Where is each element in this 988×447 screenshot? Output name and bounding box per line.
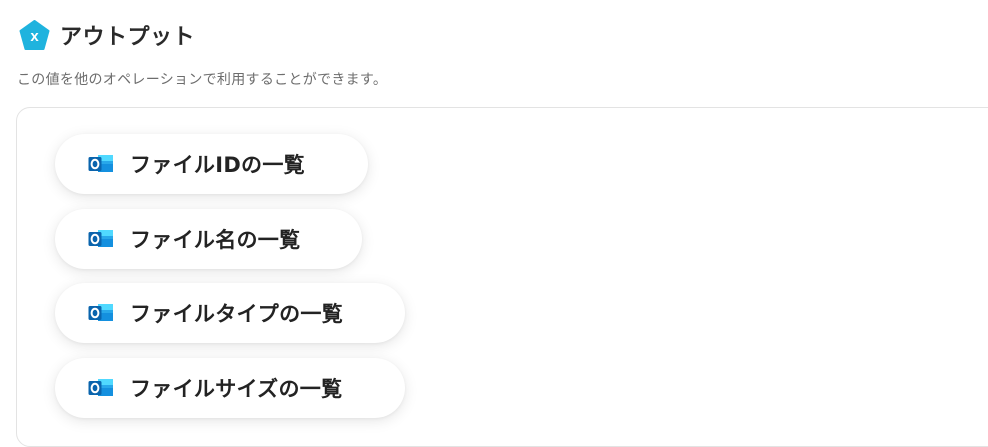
output-chip-label: ファイルタイプの一覧 bbox=[130, 302, 343, 326]
outlook-icon bbox=[88, 155, 113, 172]
output-badge-icon: x bbox=[19, 19, 50, 51]
outlook-icon bbox=[88, 379, 113, 396]
badge-letter: x bbox=[30, 28, 39, 45]
output-chip-label: ファイル名の一覧 bbox=[130, 228, 301, 252]
output-chip-file-sizes[interactable]: ファイルサイズの一覧 bbox=[55, 358, 405, 418]
output-chip-file-names[interactable]: ファイル名の一覧 bbox=[55, 209, 362, 269]
outlook-icon bbox=[88, 304, 113, 321]
output-chip-label: ファイルIDの一覧 bbox=[130, 153, 305, 177]
output-chip-file-types[interactable]: ファイルタイプの一覧 bbox=[55, 283, 405, 343]
output-chip-label: ファイルサイズの一覧 bbox=[130, 377, 343, 401]
page-title: アウトプット bbox=[60, 25, 196, 50]
output-chip-file-ids[interactable]: ファイルIDの一覧 bbox=[55, 134, 368, 194]
output-header: x アウトプット bbox=[19, 19, 195, 51]
outlook-icon bbox=[88, 230, 113, 247]
output-description: この値を他のオペレーションで利用することができます。 bbox=[17, 72, 388, 88]
